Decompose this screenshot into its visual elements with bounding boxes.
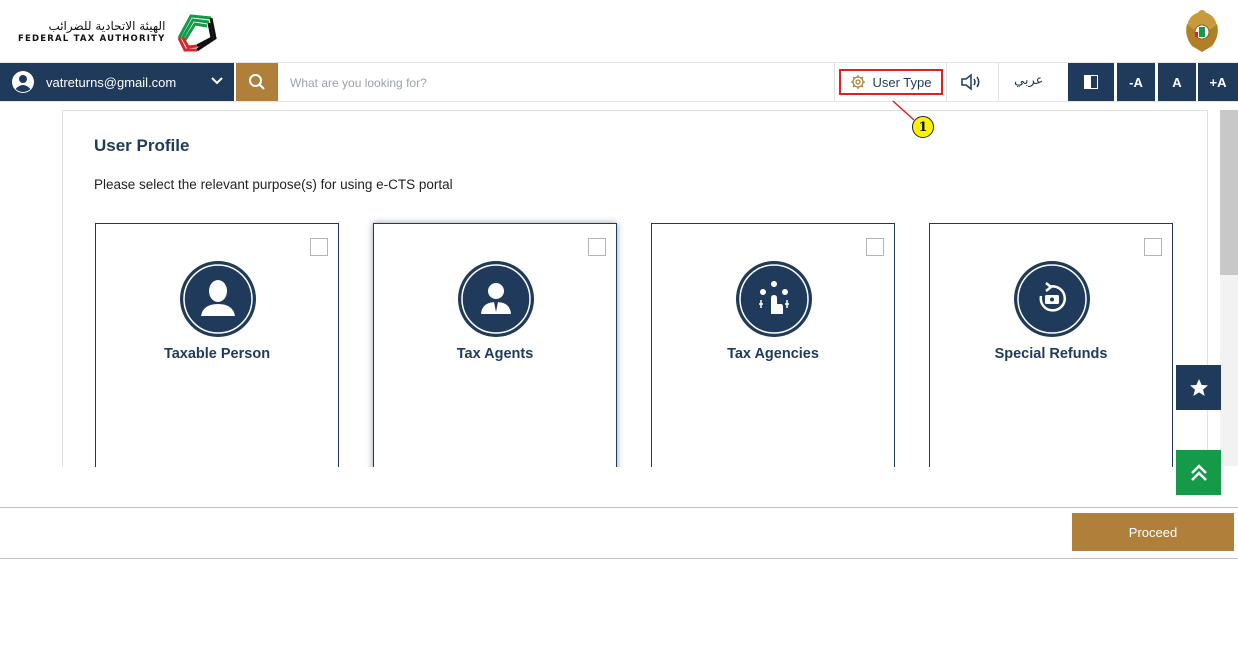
agent-icon — [458, 261, 534, 337]
font-decrease-button[interactable]: -A — [1117, 63, 1155, 101]
uae-emblem-icon — [1186, 10, 1218, 52]
contrast-button[interactable] — [1068, 63, 1114, 101]
search-icon — [249, 74, 265, 90]
card-label: Taxable Person — [163, 346, 271, 362]
footer-bar — [0, 507, 1238, 559]
top-toolbar: vatreturns@gmail.com User Type — [0, 63, 1238, 102]
fta-logo-icon — [178, 14, 218, 52]
card-label: Tax Agents — [456, 346, 534, 362]
user-email: vatreturns@gmail.com — [46, 74, 177, 90]
card-checkbox[interactable] — [866, 238, 884, 256]
card-tax-agencies[interactable]: Tax Agencies — [651, 223, 895, 467]
logo-arabic-text: الهيئة الاتحادية للضرائب — [48, 19, 166, 33]
toolbar-divider — [834, 63, 835, 101]
person-icon — [180, 261, 256, 337]
card-tax-agents[interactable]: Tax Agents — [373, 223, 617, 467]
refund-icon — [1014, 261, 1090, 337]
proceed-button[interactable]: Proceed — [1072, 513, 1234, 551]
agencies-icon — [736, 261, 812, 337]
scroll-thumb[interactable] — [1220, 110, 1238, 275]
card-special-refunds[interactable]: Special Refunds — [929, 223, 1173, 467]
fta-logo[interactable]: الهيئة الاتحادية للضرائب FEDERAL TAX AUT… — [18, 8, 219, 56]
language-toggle[interactable]: عربي — [1014, 73, 1043, 88]
search-button[interactable] — [236, 63, 278, 101]
card-checkbox[interactable] — [588, 238, 606, 256]
page-title: User Profile — [94, 136, 190, 155]
callout-badge: 1 — [912, 116, 934, 138]
user-profile-panel: User Profile Please select the relevant … — [62, 110, 1208, 467]
star-icon — [1189, 378, 1208, 396]
toolbar-divider — [998, 63, 999, 101]
font-reset-button[interactable]: A — [1158, 63, 1196, 101]
speaker-icon[interactable] — [960, 73, 982, 91]
gear-icon — [851, 75, 866, 89]
logo-english-text: FEDERAL TAX AUTHORITY — [18, 34, 166, 44]
chevron-down-icon[interactable] — [210, 74, 224, 88]
card-label: Tax Agencies — [727, 346, 819, 362]
double-chevron-up-icon — [1190, 463, 1207, 481]
favorites-button[interactable] — [1176, 365, 1221, 410]
user-type-button[interactable]: User Type — [839, 69, 943, 95]
search-input[interactable] — [282, 65, 832, 101]
user-type-label: User Type — [872, 74, 932, 90]
card-checkbox[interactable] — [1144, 238, 1162, 256]
vertical-scrollbar[interactable] — [1220, 110, 1238, 466]
scroll-to-top-button[interactable] — [1176, 450, 1221, 495]
toolbar-divider — [946, 63, 947, 101]
font-increase-button[interactable]: +A — [1198, 63, 1238, 101]
card-checkbox[interactable] — [310, 238, 328, 256]
card-label: Special Refunds — [994, 346, 1108, 362]
card-taxable-person[interactable]: Taxable Person — [95, 223, 339, 467]
site-header: الهيئة الاتحادية للضرائب FEDERAL TAX AUT… — [0, 0, 1238, 63]
contrast-icon — [1084, 75, 1098, 89]
app-window: الهيئة الاتحادية للضرائب FEDERAL TAX AUT… — [0, 0, 1238, 559]
page-subtitle: Please select the relevant purpose(s) fo… — [94, 177, 453, 192]
user-menu[interactable]: vatreturns@gmail.com — [0, 63, 234, 101]
user-avatar-icon — [12, 71, 34, 93]
